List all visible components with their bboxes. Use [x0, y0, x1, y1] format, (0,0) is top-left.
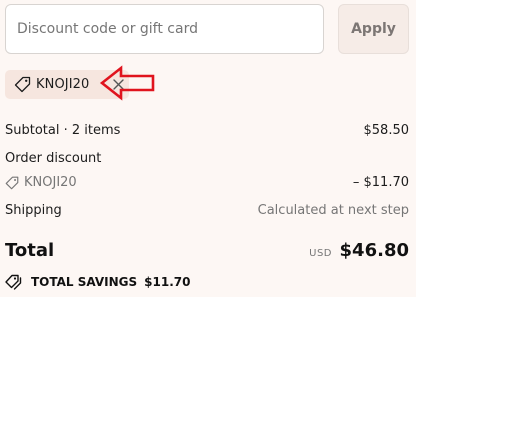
total-currency: USD: [309, 248, 332, 259]
tag-icon: [14, 76, 31, 93]
order-discount-code: KNOJI20: [24, 175, 77, 190]
apply-button[interactable]: Apply: [338, 4, 409, 54]
total-label: Total: [5, 240, 55, 261]
order-discount-label: Order discount: [5, 151, 102, 166]
tag-icon: [5, 176, 19, 190]
tags-icon: [5, 274, 23, 290]
total-savings-label: TOTAL SAVINGS: [31, 275, 138, 289]
order-summary-panel: Apply KNOJI20 Subtotal · 2 items $58.50 …: [0, 0, 416, 297]
shipping-value: Calculated at next step: [257, 203, 409, 218]
subtotal-label: Subtotal · 2 items: [5, 123, 121, 138]
left-arrow-icon: [99, 64, 157, 106]
total-savings-amount: $11.70: [144, 275, 191, 289]
subtotal-value: $58.50: [363, 123, 410, 138]
applied-discount-code: KNOJI20: [36, 77, 90, 92]
total-amount: $46.80: [339, 240, 409, 261]
order-discount-code-row: KNOJI20: [5, 175, 77, 190]
discount-code-input[interactable]: [5, 4, 324, 54]
order-discount-value: – $11.70: [352, 175, 409, 190]
total-savings-row: TOTAL SAVINGS $11.70: [5, 274, 190, 290]
shipping-label: Shipping: [5, 203, 62, 218]
